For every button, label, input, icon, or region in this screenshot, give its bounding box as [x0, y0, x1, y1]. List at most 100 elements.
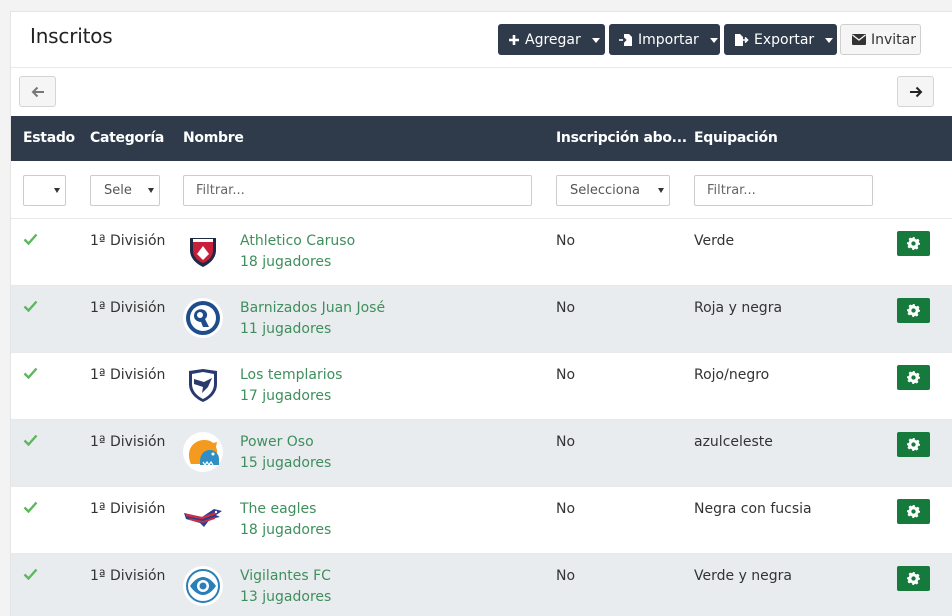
table-row: 1ª División Athletico Caruso 18 jugadore…	[11, 219, 952, 286]
select-caret-icon	[54, 188, 60, 193]
select-caret-icon	[658, 188, 664, 193]
envelope-icon	[852, 34, 866, 45]
players-count-link[interactable]: 18 jugadores	[240, 254, 331, 270]
settings-button[interactable]	[897, 231, 930, 256]
settings-button[interactable]	[897, 432, 930, 457]
abono-cell: No	[556, 501, 576, 517]
players-count-link[interactable]: 17 jugadores	[240, 388, 331, 404]
export-button-label: Exportar	[754, 31, 815, 48]
table-row: 1ª División Vigilantes FC 13 jugadores N…	[11, 554, 952, 616]
settings-button[interactable]	[897, 566, 930, 591]
abono-cell: No	[556, 300, 576, 316]
kit-cell: Roja y negra	[694, 300, 783, 316]
players-count-link[interactable]: 18 jugadores	[240, 522, 331, 538]
category-cell: 1ª División	[90, 568, 166, 584]
abono-cell: No	[556, 233, 576, 249]
filter-row: Sele Filtrar... Selecciona Filtrar...	[11, 161, 952, 219]
table-row: 1ª División The eagles 18 jugadores No N…	[11, 487, 952, 554]
team-logo-eye-icon	[183, 566, 223, 606]
table-header: Estado Categoría Nombre Inscripción abo.…	[11, 116, 952, 161]
check-icon	[23, 568, 38, 580]
check-icon	[23, 233, 38, 245]
file-import-icon	[619, 33, 632, 46]
arrow-right-icon	[909, 86, 922, 97]
inscripcion-filter-select[interactable]: Selecciona	[556, 175, 670, 206]
team-logo-shield-eagle-icon	[183, 365, 223, 405]
select-caret-icon	[148, 188, 154, 193]
category-cell: 1ª División	[90, 501, 166, 517]
table-row: 1ª División Los templarios 17 jugadores …	[11, 353, 952, 420]
column-header-nombre[interactable]: Nombre	[183, 130, 244, 146]
check-icon	[23, 300, 38, 312]
gear-icon	[907, 237, 920, 250]
team-name-link[interactable]: Power Oso	[240, 434, 314, 450]
page-title: Inscritos	[30, 24, 113, 48]
gear-icon	[907, 371, 920, 384]
category-cell: 1ª División	[90, 300, 166, 316]
gear-icon	[907, 304, 920, 317]
team-name-link[interactable]: Los templarios	[240, 367, 342, 383]
nombre-filter-input[interactable]: Filtrar...	[183, 175, 532, 206]
gear-icon	[907, 505, 920, 518]
category-cell: 1ª División	[90, 434, 166, 450]
category-cell: 1ª División	[90, 367, 166, 383]
next-page-button[interactable]	[897, 76, 934, 107]
pagination-bar	[11, 68, 952, 116]
import-button-label: Importar	[638, 31, 699, 48]
settings-button[interactable]	[897, 298, 930, 323]
team-name-link[interactable]: The eagles	[240, 501, 316, 517]
category-cell: 1ª División	[90, 233, 166, 249]
abono-cell: No	[556, 434, 576, 450]
equipacion-filter-input[interactable]: Filtrar...	[694, 175, 873, 206]
chevron-down-icon	[825, 37, 834, 43]
column-header-estado[interactable]: Estado	[23, 130, 75, 146]
settings-button[interactable]	[897, 499, 930, 524]
categoria-filter-value: Sele	[104, 183, 132, 198]
invite-button-label: Invitar	[871, 31, 917, 48]
players-count-link[interactable]: 15 jugadores	[240, 455, 331, 471]
column-header-categoria[interactable]: Categoría	[90, 130, 164, 146]
inscripcion-filter-value: Selecciona	[570, 183, 640, 198]
check-icon	[23, 367, 38, 379]
check-icon	[23, 501, 38, 513]
file-export-icon	[735, 33, 749, 46]
add-button-label: Agregar	[525, 31, 581, 48]
estado-filter-select[interactable]	[23, 175, 66, 206]
column-header-inscripcion[interactable]: Inscripción abo...	[556, 130, 687, 146]
inscritos-panel: Inscritos Agregar Importar Exportar Invi…	[10, 11, 952, 616]
plus-icon	[509, 34, 519, 45]
kit-cell: Verde y negra	[694, 568, 793, 584]
chevron-down-icon	[709, 37, 718, 43]
check-icon	[23, 434, 38, 446]
team-name-link[interactable]: Vigilantes FC	[240, 568, 331, 584]
chevron-down-icon	[591, 37, 600, 43]
kit-cell: Rojo/negro	[694, 367, 770, 383]
team-logo-bear-icon	[183, 432, 223, 472]
abono-cell: No	[556, 568, 576, 584]
gear-icon	[907, 572, 920, 585]
invite-button[interactable]: Invitar	[840, 24, 921, 55]
kit-cell: azulceleste	[694, 434, 773, 450]
categoria-filter-select[interactable]: Sele	[90, 175, 160, 206]
column-header-equipacion[interactable]: Equipación	[694, 130, 778, 146]
kit-cell: Negra con fucsia	[694, 501, 812, 517]
team-logo-ram-icon	[183, 298, 223, 338]
team-name-link[interactable]: Athletico Caruso	[240, 233, 355, 249]
table-row: 1ª División Power Oso 15 jugadores No az…	[11, 420, 952, 487]
gear-icon	[907, 438, 920, 451]
players-count-link[interactable]: 11 jugadores	[240, 321, 331, 337]
arrow-left-icon	[31, 86, 44, 97]
players-count-link[interactable]: 13 jugadores	[240, 589, 331, 605]
export-button[interactable]: Exportar	[724, 24, 837, 55]
settings-button[interactable]	[897, 365, 930, 390]
panel-header: Inscritos Agregar Importar Exportar Invi…	[11, 12, 952, 68]
abono-cell: No	[556, 367, 576, 383]
team-name-link[interactable]: Barnizados Juan José	[240, 300, 385, 316]
kit-cell: Verde	[694, 233, 735, 249]
team-logo-eagle-flying-icon	[183, 499, 223, 539]
previous-page-button[interactable]	[19, 76, 56, 107]
add-button[interactable]: Agregar	[498, 24, 605, 55]
import-button[interactable]: Importar	[609, 24, 720, 55]
team-logo-shield-red-icon	[183, 231, 223, 271]
table-row: 1ª División Barnizados Juan José 11 juga…	[11, 286, 952, 353]
